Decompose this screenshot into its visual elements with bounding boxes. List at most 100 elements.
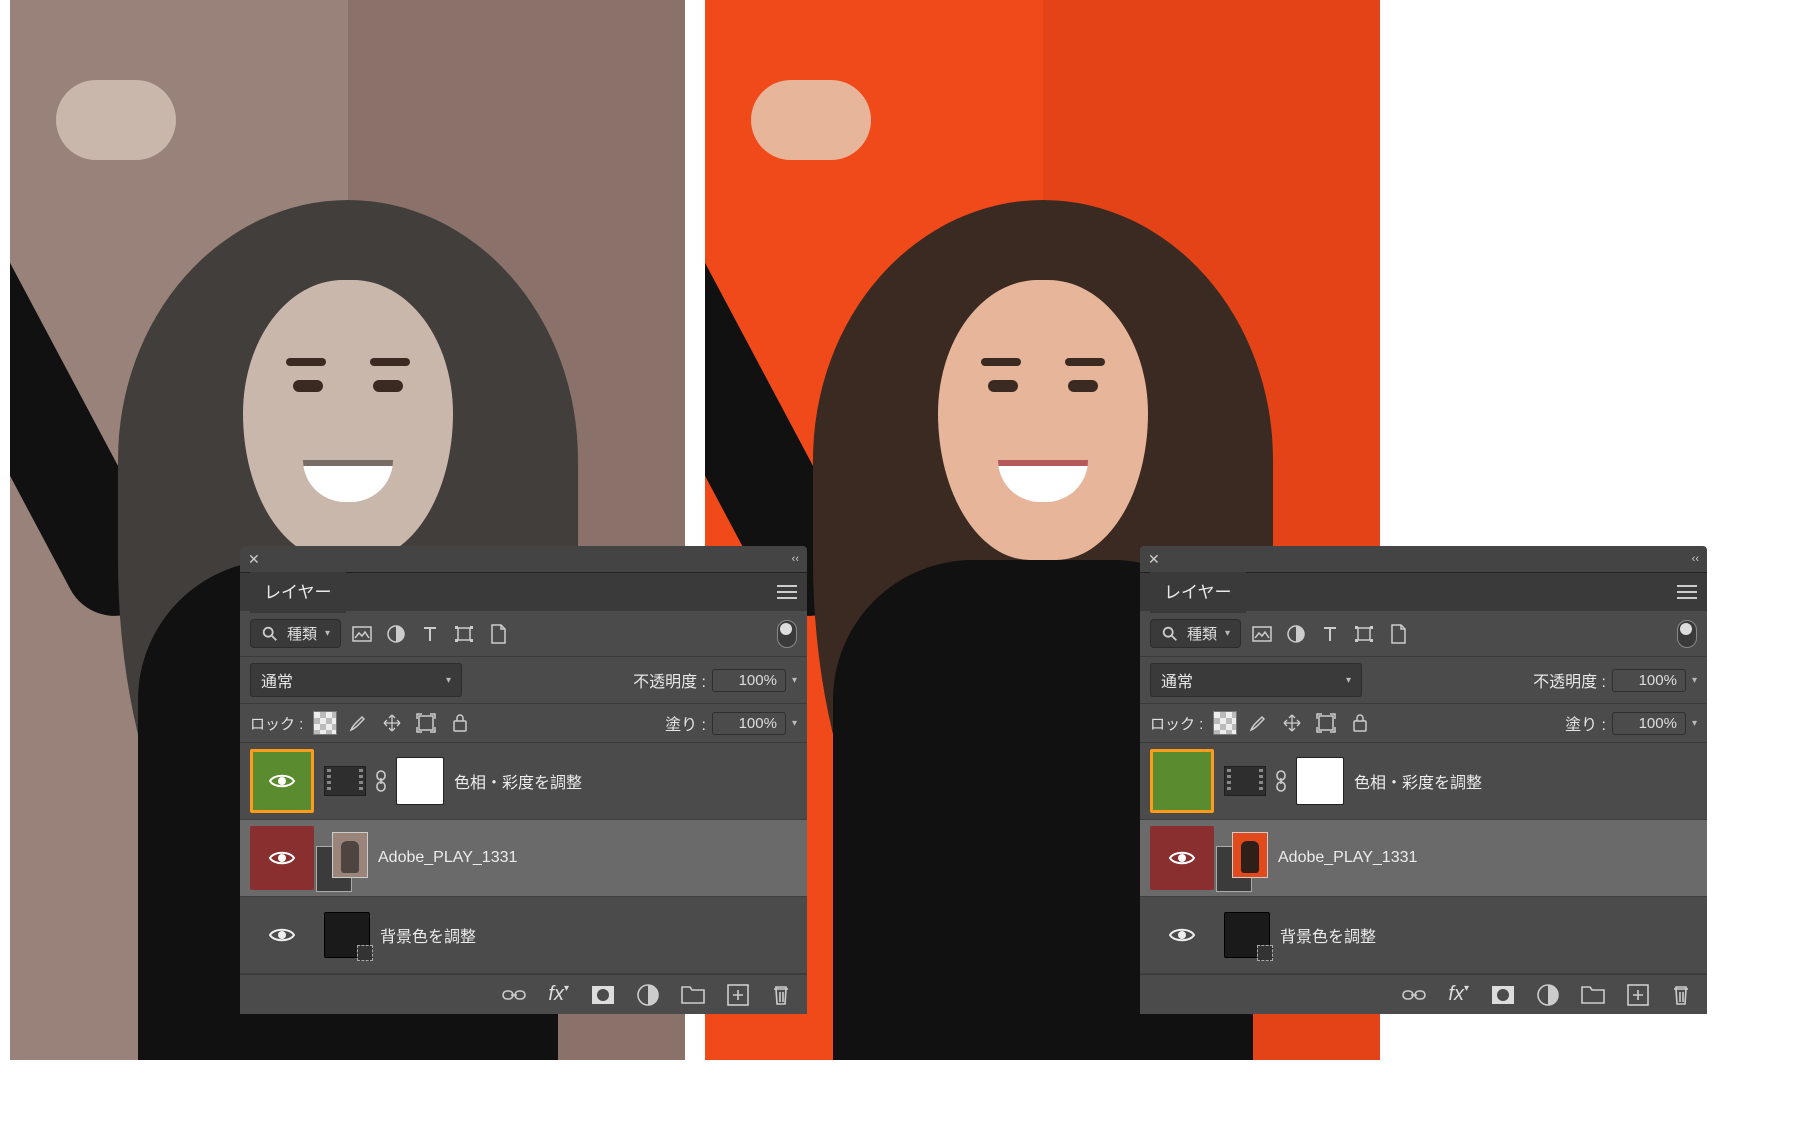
- search-icon: [1161, 625, 1179, 643]
- filter-shape-icon[interactable]: [1351, 621, 1377, 647]
- opacity-value[interactable]: 100%: [712, 669, 786, 692]
- close-icon[interactable]: ✕: [1148, 551, 1160, 568]
- layer-thumbnail: [1232, 832, 1268, 878]
- mask-thumb[interactable]: [396, 757, 444, 805]
- chevron-down-icon: ▾: [325, 628, 330, 639]
- layer-row-hue-sat[interactable]: 色相・彩度を調整: [240, 743, 807, 820]
- mask-thumb[interactable]: [1296, 757, 1344, 805]
- add-mask-icon[interactable]: [591, 985, 615, 1005]
- link-icon[interactable]: [1274, 770, 1288, 792]
- link-layers-icon[interactable]: [1402, 987, 1426, 1003]
- add-mask-icon[interactable]: [1491, 985, 1515, 1005]
- lock-transparency-icon[interactable]: [1213, 711, 1237, 735]
- link-layers-icon[interactable]: [502, 987, 526, 1003]
- lock-move-icon[interactable]: [1279, 710, 1305, 736]
- layer-row-bg-adjust[interactable]: 背景色を調整: [240, 897, 807, 974]
- new-group-icon[interactable]: [1581, 985, 1605, 1005]
- opacity-value[interactable]: 100%: [1612, 669, 1686, 692]
- tab-layers[interactable]: レイヤー: [250, 572, 346, 613]
- layer-name: Adobe_PLAY_1331: [1278, 849, 1417, 867]
- chevron-down-icon: ▾: [1346, 675, 1351, 686]
- filter-smart-icon[interactable]: [485, 621, 511, 647]
- chevron-down-icon[interactable]: ▾: [1692, 675, 1697, 686]
- adjustment-thumb-icon: [324, 766, 366, 796]
- add-adjustment-icon[interactable]: [1537, 984, 1559, 1006]
- lock-artboard-icon[interactable]: [1313, 710, 1339, 736]
- fill-label: 塗り :: [665, 711, 706, 735]
- layers-list: 色相・彩度を調整 Adobe_PLAY_1331 背景: [240, 743, 807, 974]
- close-icon[interactable]: ✕: [248, 551, 260, 568]
- opacity-control: 不透明度 : 100% ▾: [633, 668, 797, 692]
- layer-thumbs: [324, 757, 444, 805]
- fx-icon[interactable]: fx▾: [1448, 983, 1469, 1006]
- eye: [988, 380, 1018, 392]
- fill-value[interactable]: 100%: [712, 712, 786, 735]
- filter-row: 種類 ▾: [240, 611, 807, 657]
- chevron-down-icon: ▾: [446, 675, 451, 686]
- filter-shape-icon[interactable]: [451, 621, 477, 647]
- panel-menu-icon[interactable]: [777, 585, 797, 599]
- visibility-toggle[interactable]: [1150, 749, 1214, 813]
- lock-move-icon[interactable]: [379, 710, 405, 736]
- filter-text-icon[interactable]: [1317, 621, 1343, 647]
- layer-row-image[interactable]: Adobe_PLAY_1331: [240, 820, 807, 897]
- lock-brush-icon[interactable]: [345, 710, 371, 736]
- filter-toggle[interactable]: [777, 620, 797, 648]
- fill-label: 塗り :: [1565, 711, 1606, 735]
- filter-smart-icon[interactable]: [1385, 621, 1411, 647]
- new-group-icon[interactable]: [681, 985, 705, 1005]
- lock-all-icon[interactable]: [1347, 710, 1373, 736]
- filter-adjust-icon[interactable]: [1283, 621, 1309, 647]
- link-icon[interactable]: [374, 770, 388, 792]
- lock-all-icon[interactable]: [447, 710, 473, 736]
- visibility-toggle[interactable]: [1150, 826, 1214, 890]
- blend-mode-dropdown[interactable]: 通常 ▾: [250, 663, 462, 697]
- filter-adjust-icon[interactable]: [383, 621, 409, 647]
- blend-mode-dropdown[interactable]: 通常 ▾: [1150, 663, 1362, 697]
- blend-mode-value: 通常: [261, 668, 293, 692]
- visibility-toggle[interactable]: [250, 826, 314, 890]
- collapse-icon[interactable]: ‹‹: [1692, 553, 1699, 565]
- filter-kind-dropdown[interactable]: 種類 ▾: [250, 619, 341, 648]
- lock-transparency-icon[interactable]: [313, 711, 337, 735]
- layers-panel-left: ✕ ‹‹ レイヤー 種類 ▾ 通常 ▾: [240, 546, 807, 1014]
- visibility-toggle[interactable]: [1150, 903, 1214, 967]
- collapse-icon[interactable]: ‹‹: [792, 553, 799, 565]
- filter-pixel-icon[interactable]: [1249, 621, 1275, 647]
- lock-brush-icon[interactable]: [1245, 710, 1271, 736]
- brow: [981, 358, 1021, 366]
- filter-toggle[interactable]: [1677, 620, 1697, 648]
- chevron-down-icon[interactable]: ▾: [792, 718, 797, 729]
- panel-body: 種類 ▾ 通常 ▾ 不透明度 : 100% ▾ ロック :: [1140, 611, 1707, 1014]
- filter-pixel-icon[interactable]: [349, 621, 375, 647]
- chevron-down-icon: ▾: [1225, 628, 1230, 639]
- layer-name: Adobe_PLAY_1331: [378, 849, 517, 867]
- chevron-down-icon[interactable]: ▾: [1692, 718, 1697, 729]
- blend-row: 通常 ▾ 不透明度 : 100% ▾: [1140, 657, 1707, 704]
- tab-layers[interactable]: レイヤー: [1150, 572, 1246, 613]
- visibility-toggle[interactable]: [250, 749, 314, 813]
- search-icon: [261, 625, 279, 643]
- layers-panel-right: ✕ ‹‹ レイヤー 種類 ▾ 通常 ▾: [1140, 546, 1707, 1014]
- lock-row: ロック : 塗り : 100% ▾: [1140, 704, 1707, 743]
- fill-value[interactable]: 100%: [1612, 712, 1686, 735]
- brow: [370, 358, 410, 366]
- filter-text-icon[interactable]: [417, 621, 443, 647]
- filter-kind-dropdown[interactable]: 種類 ▾: [1150, 619, 1241, 648]
- add-adjustment-icon[interactable]: [637, 984, 659, 1006]
- layer-row-image[interactable]: Adobe_PLAY_1331: [1140, 820, 1707, 897]
- layer-row-bg-adjust[interactable]: 背景色を調整: [1140, 897, 1707, 974]
- panel-menu-icon[interactable]: [1677, 585, 1697, 599]
- lock-label: ロック :: [250, 713, 303, 734]
- lock-artboard-icon[interactable]: [413, 710, 439, 736]
- chevron-down-icon[interactable]: ▾: [792, 675, 797, 686]
- visibility-toggle[interactable]: [250, 903, 314, 967]
- new-layer-icon[interactable]: [1627, 984, 1649, 1006]
- delete-layer-icon[interactable]: [1671, 984, 1691, 1006]
- layer-row-hue-sat[interactable]: 色相・彩度を調整: [1140, 743, 1707, 820]
- new-layer-icon[interactable]: [727, 984, 749, 1006]
- layer-name: 背景色を調整: [380, 923, 476, 947]
- filter-kind-label: 種類: [1187, 623, 1217, 644]
- delete-layer-icon[interactable]: [771, 984, 791, 1006]
- fx-icon[interactable]: fx▾: [548, 983, 569, 1006]
